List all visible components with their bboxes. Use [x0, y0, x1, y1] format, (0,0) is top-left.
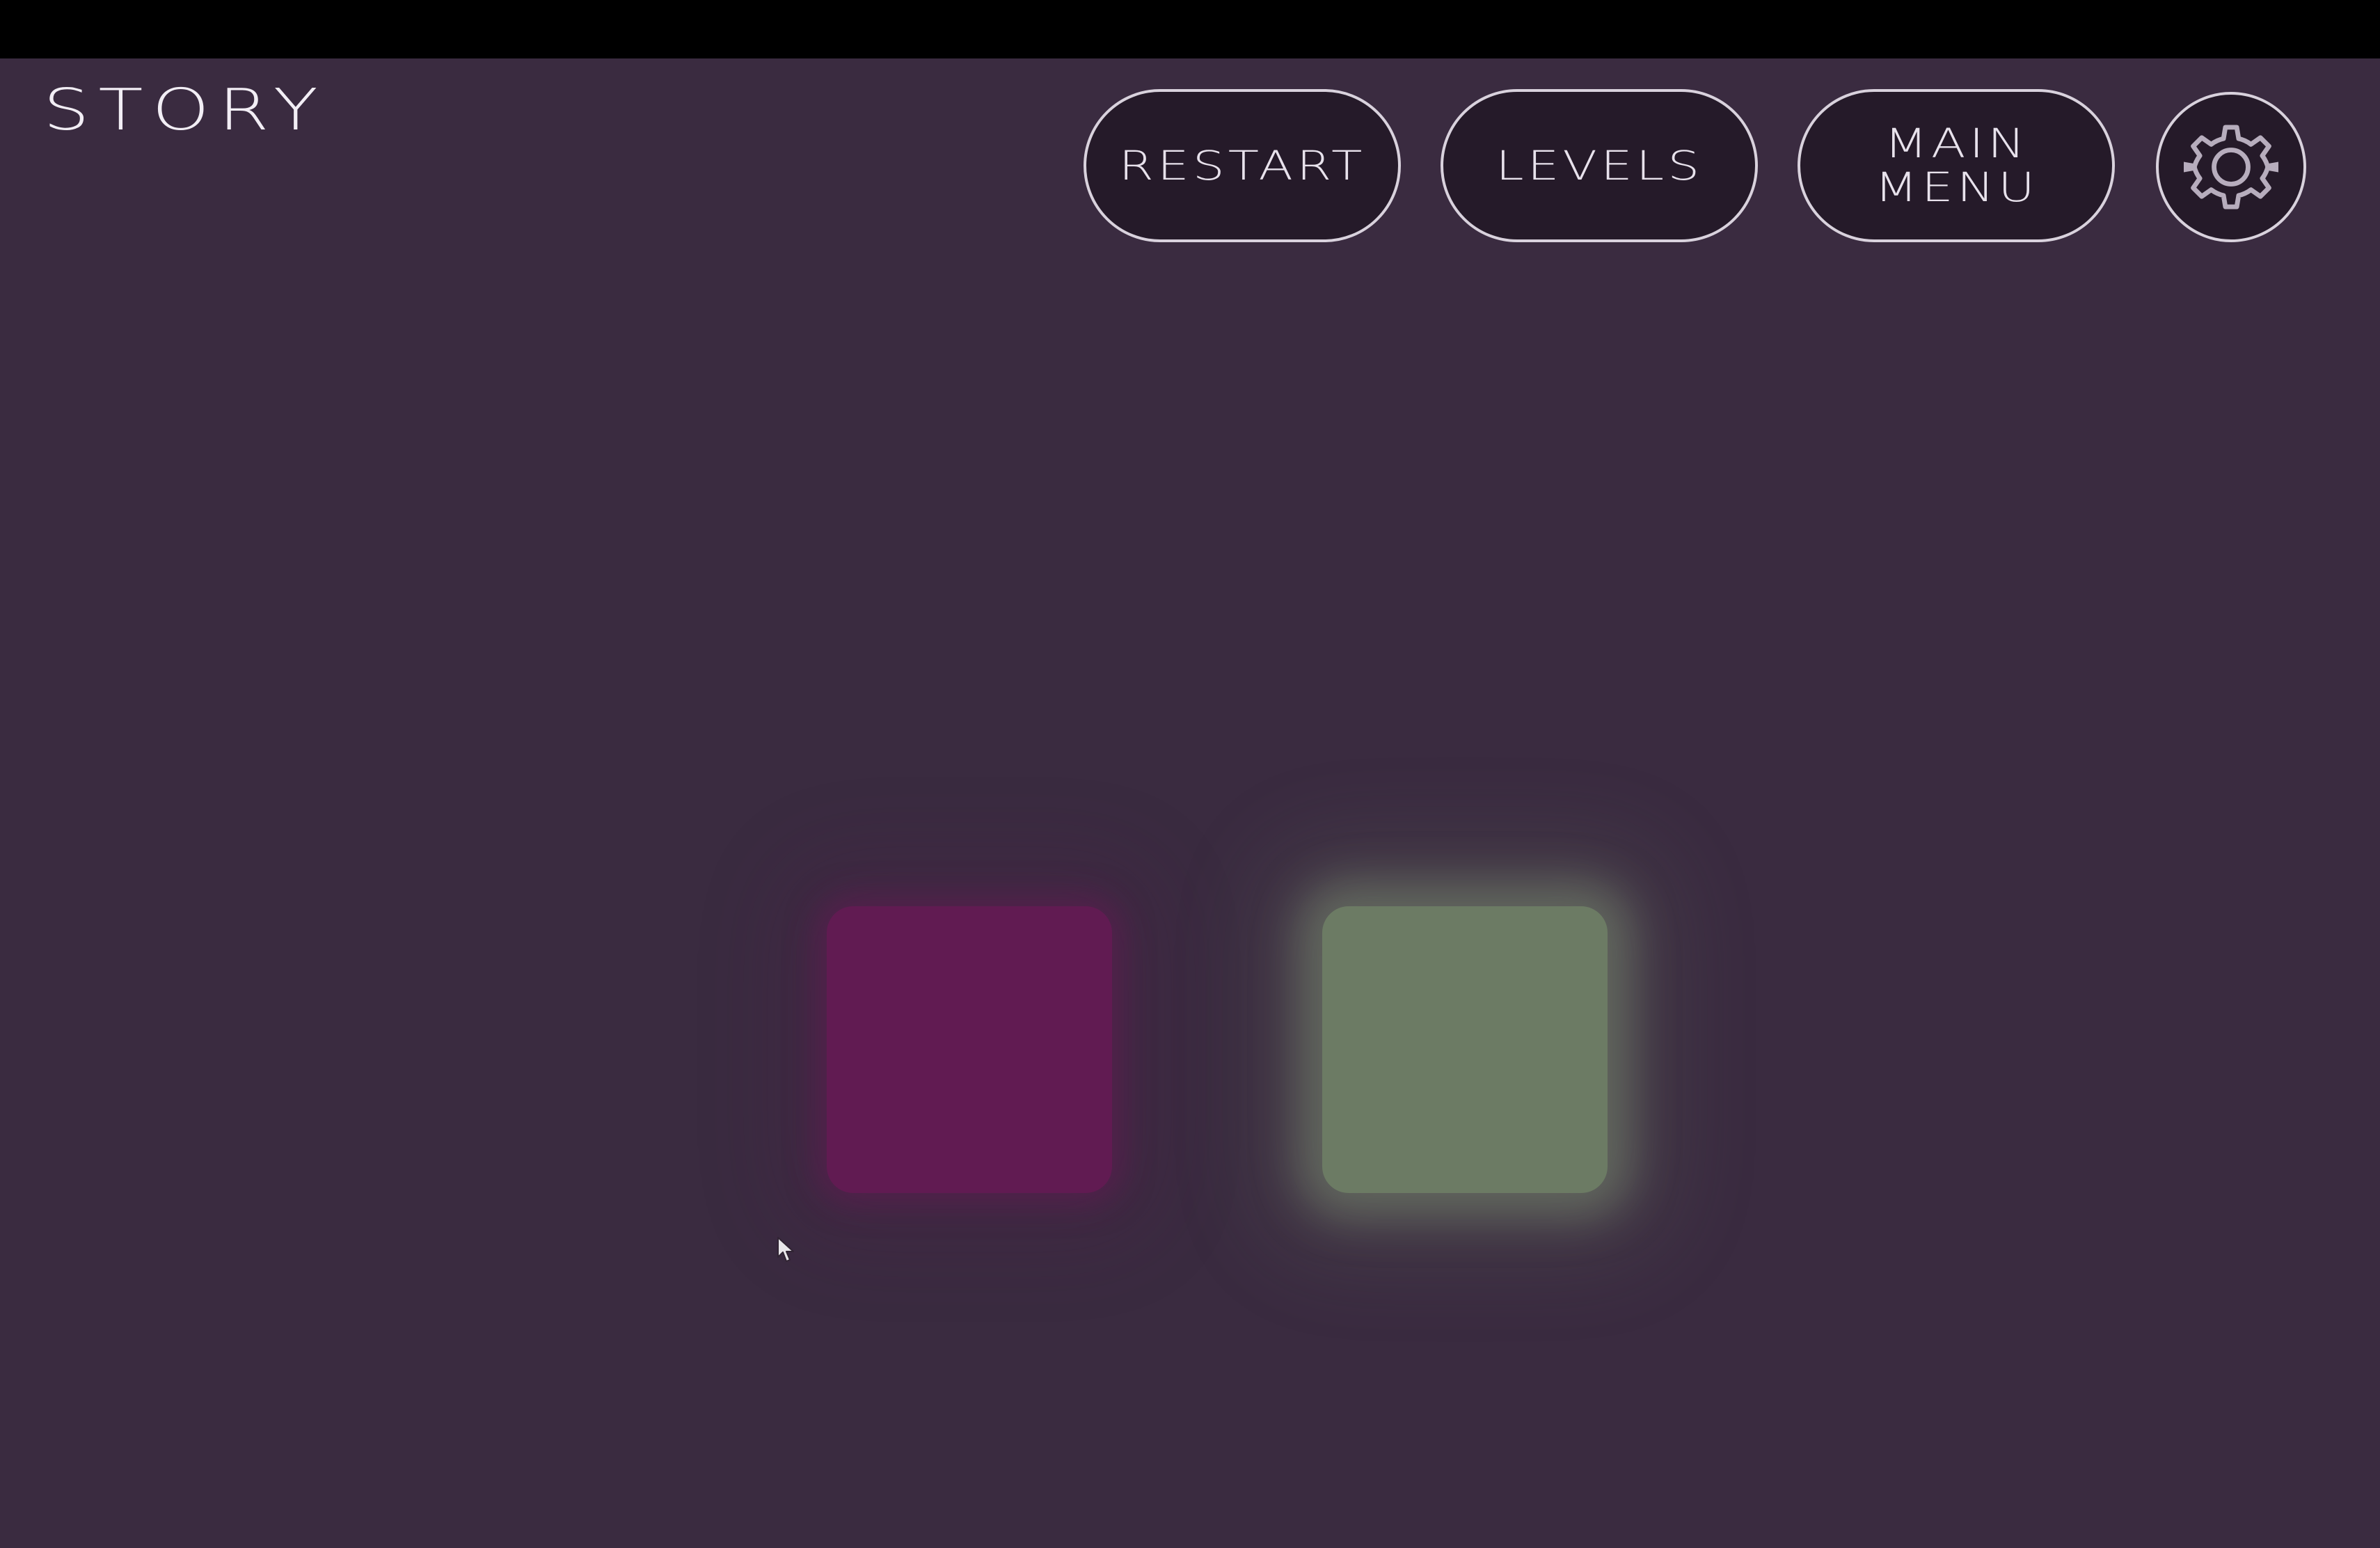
levels-button-label: LEVELS	[1495, 141, 1704, 189]
gear-icon	[2184, 125, 2278, 210]
green-tile[interactable]	[1322, 906, 1608, 1193]
magenta-tile[interactable]	[827, 906, 1112, 1193]
restart-button-label: RESTART	[1118, 141, 1366, 189]
restart-button[interactable]: RESTART	[1084, 89, 1401, 242]
main-menu-button-label: MAIN MENU	[1874, 120, 2038, 211]
main-menu-button[interactable]: MAIN MENU	[1798, 89, 2115, 242]
top-toolbar: RESTART LEVELS MAIN MENU	[0, 89, 2380, 245]
game-screen: STORY RESTART LEVELS MAIN MENU	[0, 0, 2380, 1548]
top-black-bar	[0, 0, 2380, 58]
settings-button[interactable]	[2156, 92, 2306, 242]
levels-button[interactable]: LEVELS	[1441, 89, 1758, 242]
mouse-cursor-icon	[777, 1237, 794, 1262]
